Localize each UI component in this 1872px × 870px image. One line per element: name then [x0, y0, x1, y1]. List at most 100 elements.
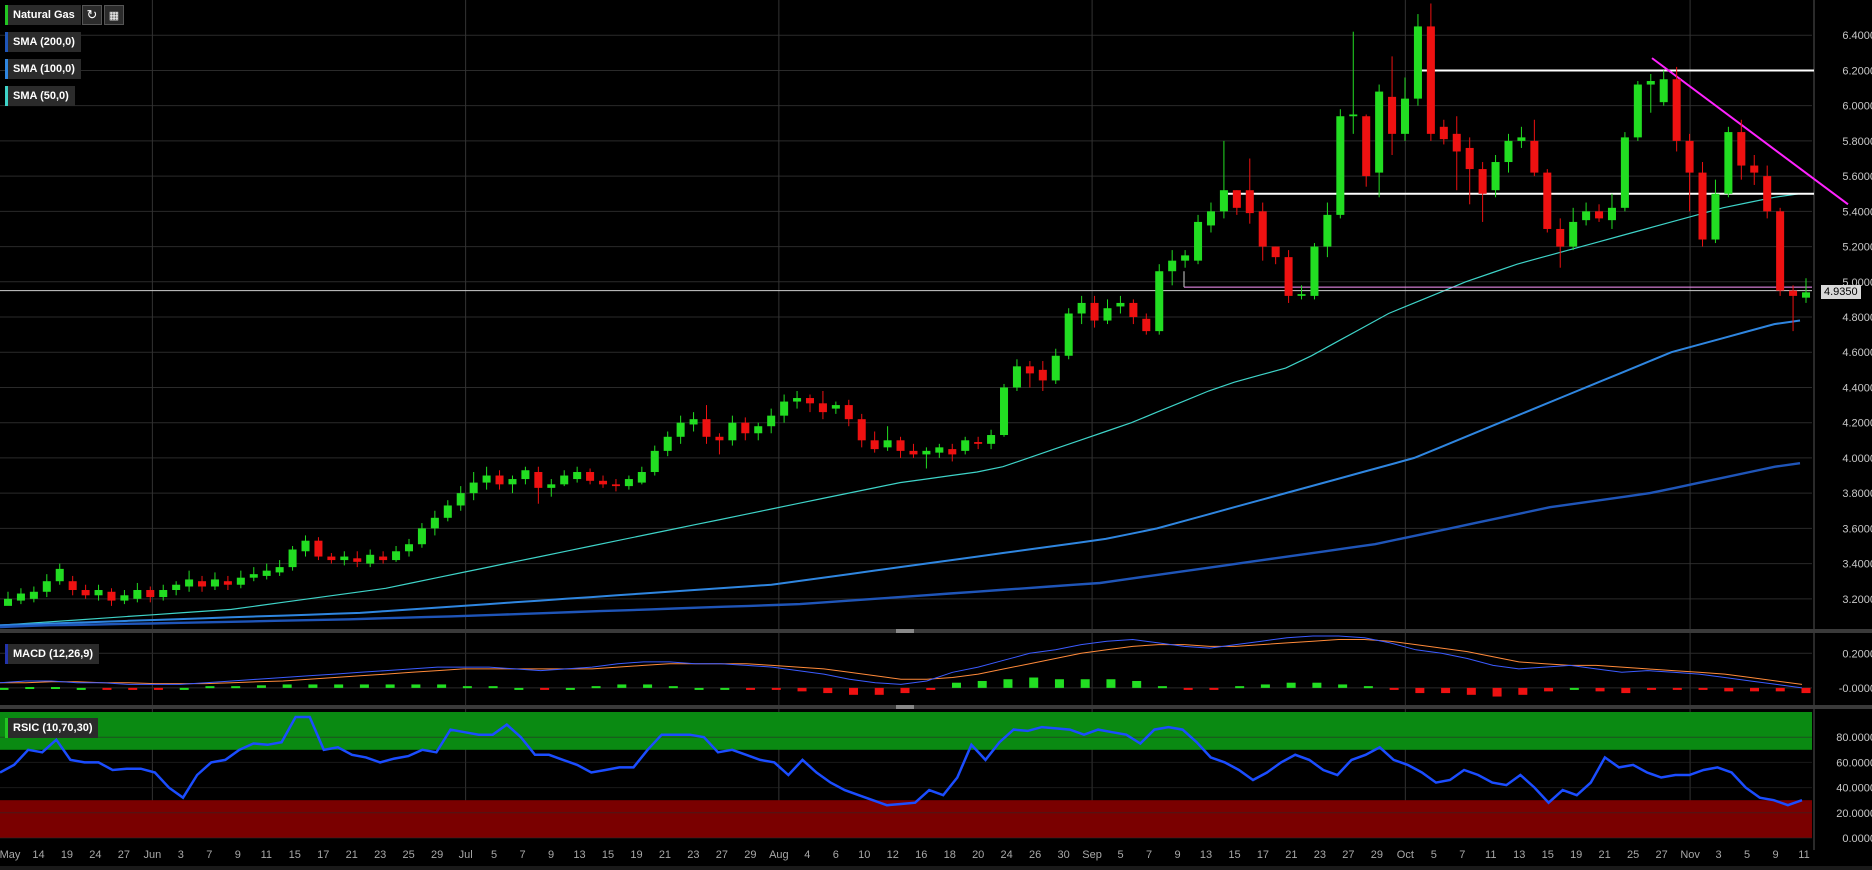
candle-up [1336, 116, 1345, 215]
instrument-label[interactable]: Natural Gas [5, 5, 81, 25]
price-tick-label: 5.8000 [1842, 136, 1872, 148]
macd-histogram-bar [231, 686, 241, 689]
macd-histogram-bar [617, 684, 627, 688]
candle-up [1323, 214, 1332, 247]
macd-panel-label[interactable]: MACD (12,26,9) [5, 644, 100, 664]
candle-up [793, 398, 802, 402]
macd-histogram-bar [1132, 680, 1142, 688]
price-tick-label: 4.6000 [1842, 347, 1872, 359]
x-tick-label: 15 [1542, 849, 1554, 861]
candle-up [133, 590, 142, 599]
x-tick-label: 9 [548, 849, 554, 861]
indicator-sma-100[interactable]: SMA (100,0) [5, 59, 81, 79]
candle-up [404, 544, 414, 552]
x-tick-label: 16 [915, 849, 927, 861]
macd-histogram-bar [1724, 687, 1734, 692]
candle-down [314, 540, 323, 557]
macd-histogram-bar [25, 687, 35, 690]
x-tick-label: Jun [144, 849, 162, 861]
candle-up [1620, 137, 1629, 208]
candle-down [805, 398, 814, 404]
candle-up [508, 479, 517, 485]
x-tick-label: 25 [403, 849, 415, 861]
x-tick-label: 5 [491, 849, 497, 861]
candle-down [857, 419, 866, 441]
x-tick-label: 23 [374, 849, 386, 861]
candle-up [94, 590, 103, 596]
panel-resize-handle [896, 705, 914, 709]
x-tick-label: 29 [744, 849, 756, 861]
candle-up [482, 475, 491, 483]
rsi-panel-label[interactable]: RSIC (10,70,30) [5, 718, 99, 738]
candle-down [1776, 211, 1785, 291]
indicator-sma-50[interactable]: SMA (50,0) [5, 86, 75, 106]
candle-up [16, 593, 25, 601]
candle-down [1452, 133, 1461, 152]
macd-histogram-bar [1286, 682, 1296, 688]
candle-up [1607, 207, 1616, 221]
x-tick-label: 3 [1716, 849, 1722, 861]
x-tick-label: 24 [89, 849, 101, 861]
x-tick-label: 10 [858, 849, 870, 861]
macd-histogram-bar [746, 687, 756, 690]
candle-up [443, 505, 452, 518]
x-tick-label: 13 [1513, 849, 1525, 861]
candle-up [1801, 292, 1811, 298]
candle-up [521, 470, 530, 480]
indicator-label: SMA (200,0) [13, 36, 75, 48]
x-tick-label: 15 [1228, 849, 1240, 861]
candle-up [1194, 221, 1203, 261]
candle-down [1530, 140, 1539, 173]
macd-histogram-bar [874, 687, 884, 695]
candle-up [3, 598, 13, 606]
macd-histogram-bar [128, 687, 138, 690]
macd-histogram-bar [1698, 687, 1708, 690]
candle-up [831, 405, 840, 409]
candle-up [1659, 79, 1668, 103]
candle-up [288, 549, 297, 568]
price-tick-label: 5.6000 [1842, 171, 1872, 183]
indicator-color-bar [5, 32, 8, 52]
price-tick-label: 3.8000 [1842, 488, 1872, 500]
calendar-button[interactable]: ▦ [104, 5, 124, 25]
macd-histogram-bar [1080, 679, 1090, 688]
x-tick-label: 27 [118, 849, 130, 861]
candle-down [198, 581, 207, 587]
x-tick-label: 11 [1485, 849, 1496, 861]
x-tick-label: 19 [61, 849, 73, 861]
candle-up [236, 577, 245, 585]
macd-histogram-bar [334, 684, 344, 688]
candle-down [1789, 290, 1798, 296]
indicator-sma-200[interactable]: SMA (200,0) [5, 32, 81, 52]
macd-histogram-bar [694, 687, 704, 690]
candle-up [172, 584, 181, 591]
candle-up [249, 574, 258, 578]
candle-up [1724, 132, 1733, 194]
x-tick-label: 6 [833, 849, 839, 861]
macd-histogram-bar [282, 684, 292, 688]
price-tick-label: 5.4000 [1842, 206, 1872, 218]
macd-histogram-bar [1183, 687, 1193, 690]
macd-histogram-bar [514, 687, 524, 690]
chart-area[interactable]: 3.2000 3.4000 3.6000 3.8000 4.0000 4.2000 4.40… [0, 0, 1872, 870]
x-tick-label: 29 [1371, 849, 1383, 861]
candle-down [1129, 302, 1138, 318]
macd-histogram-bar [1595, 687, 1605, 692]
x-tick-label: 13 [573, 849, 585, 861]
candle-up [560, 475, 569, 485]
x-tick-label: 24 [1001, 849, 1013, 861]
macd-histogram-bar [1492, 687, 1502, 697]
x-tick-label: 12 [887, 849, 899, 861]
refresh-button[interactable]: ↻ [82, 5, 102, 25]
candle-down [1038, 369, 1047, 381]
x-tick-label: 20 [972, 849, 984, 861]
rsi-color-bar [5, 718, 8, 738]
candle-up [1206, 211, 1215, 226]
candle-down [1685, 140, 1694, 173]
macd-histogram-bar [849, 687, 859, 695]
macd-histogram-bar [1260, 684, 1270, 688]
x-tick-label: 9 [1772, 849, 1778, 861]
x-tick-label: 5 [1744, 849, 1750, 861]
candle-down [1763, 176, 1772, 212]
macd-histogram-bar [1157, 686, 1167, 689]
